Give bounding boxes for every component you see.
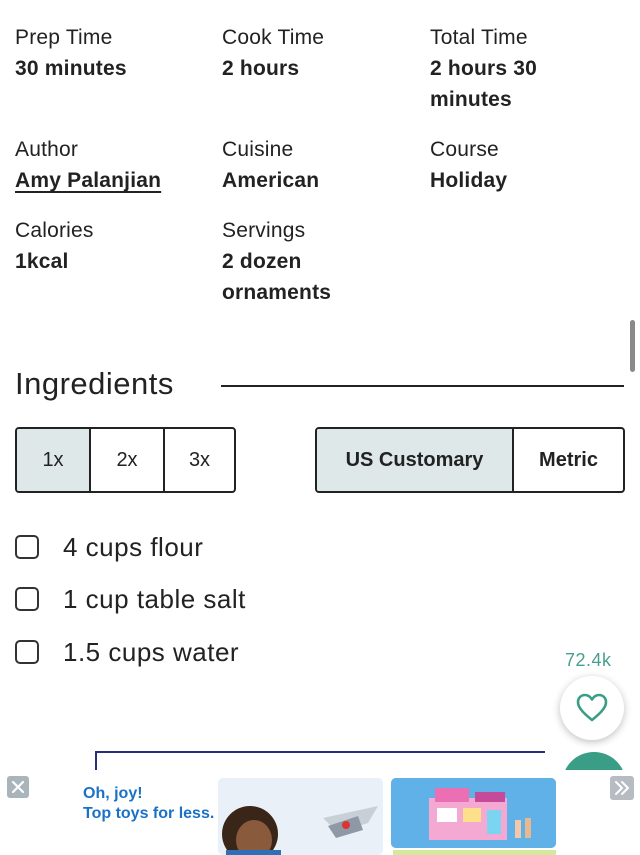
ingredient-checkbox[interactable] [15, 587, 39, 611]
servings-value-line2: ornaments [222, 281, 332, 304]
servings: Servings 2 dozen ornaments [222, 215, 422, 308]
course-label: Course [430, 138, 499, 161]
ingredient-text: 1.5 cups water [63, 636, 240, 667]
total-time-value-line1: 2 hours 30 [430, 57, 538, 80]
ingredient-checkbox[interactable] [15, 535, 39, 559]
cuisine: Cuisine American [222, 134, 422, 196]
course: Course Holiday [430, 134, 630, 196]
ad-close-button[interactable] [7, 776, 29, 798]
servings-value-line1: 2 dozen [222, 250, 302, 273]
ingredient-text: 1 cup table salt [63, 583, 246, 614]
cook-time-value: 2 hours [222, 57, 300, 80]
ingredients-heading: Ingredients [15, 366, 174, 401]
author: Author Amy Palanjian [15, 134, 215, 196]
ad-expand-button[interactable] [610, 776, 634, 800]
metric-button[interactable]: Metric [512, 429, 623, 491]
total-time-value-line2: minutes [430, 88, 512, 111]
author-link[interactable]: Amy Palanjian [15, 165, 215, 196]
unit-system-toggle: US Customary Metric [315, 427, 625, 493]
ad-frame-border [95, 751, 545, 771]
favorite-count: 72.4k [565, 650, 612, 670]
servings-scale-toggle: 1x 2x 3x [15, 427, 236, 493]
prep-time-label: Prep Time [15, 26, 113, 49]
calories: Calories 1kcal [15, 215, 215, 277]
cook-time-label: Cook Time [222, 26, 325, 49]
us-customary-button[interactable]: US Customary [317, 429, 512, 491]
author-label: Author [15, 138, 79, 161]
heading-divider [221, 385, 624, 387]
ad-accent-strip [393, 850, 556, 855]
ingredient-item: 1 cup table salt [15, 579, 246, 619]
double-chevron-right-icon [615, 781, 629, 795]
scale-2x-button[interactable]: 2x [89, 429, 163, 491]
close-icon [11, 780, 25, 794]
course-value: Holiday [430, 169, 508, 192]
ad-image-child-toy[interactable] [218, 778, 383, 855]
servings-label: Servings [222, 219, 306, 242]
ad-headline-line1: Oh, joy! [83, 785, 143, 802]
total-time: Total Time 2 hours 30 minutes [430, 22, 630, 115]
scale-3x-button[interactable]: 3x [163, 429, 234, 491]
ad-image-dollhouse[interactable] [391, 778, 556, 848]
ingredient-checkbox[interactable] [15, 640, 39, 664]
ingredient-item: 1.5 cups water [15, 632, 239, 672]
favorite-button[interactable] [560, 676, 624, 740]
cuisine-label: Cuisine [222, 138, 294, 161]
scrollbar-thumb[interactable] [630, 320, 635, 372]
calories-label: Calories [15, 219, 94, 242]
prep-time: Prep Time 30 minutes [15, 22, 215, 84]
ad-headline[interactable]: Oh, joy! Top toys for less. [83, 784, 223, 824]
heart-icon [576, 693, 608, 722]
cook-time: Cook Time 2 hours [222, 22, 422, 84]
calories-value: 1kcal [15, 250, 69, 273]
ingredient-item: 4 cups flour [15, 527, 203, 567]
prep-time-value: 30 minutes [15, 57, 127, 80]
cuisine-value: American [222, 169, 320, 192]
scale-1x-button[interactable]: 1x [17, 429, 89, 491]
total-time-label: Total Time [430, 26, 528, 49]
ad-headline-line2: Top toys for less. [83, 805, 215, 822]
ingredient-text: 4 cups flour [63, 531, 204, 562]
